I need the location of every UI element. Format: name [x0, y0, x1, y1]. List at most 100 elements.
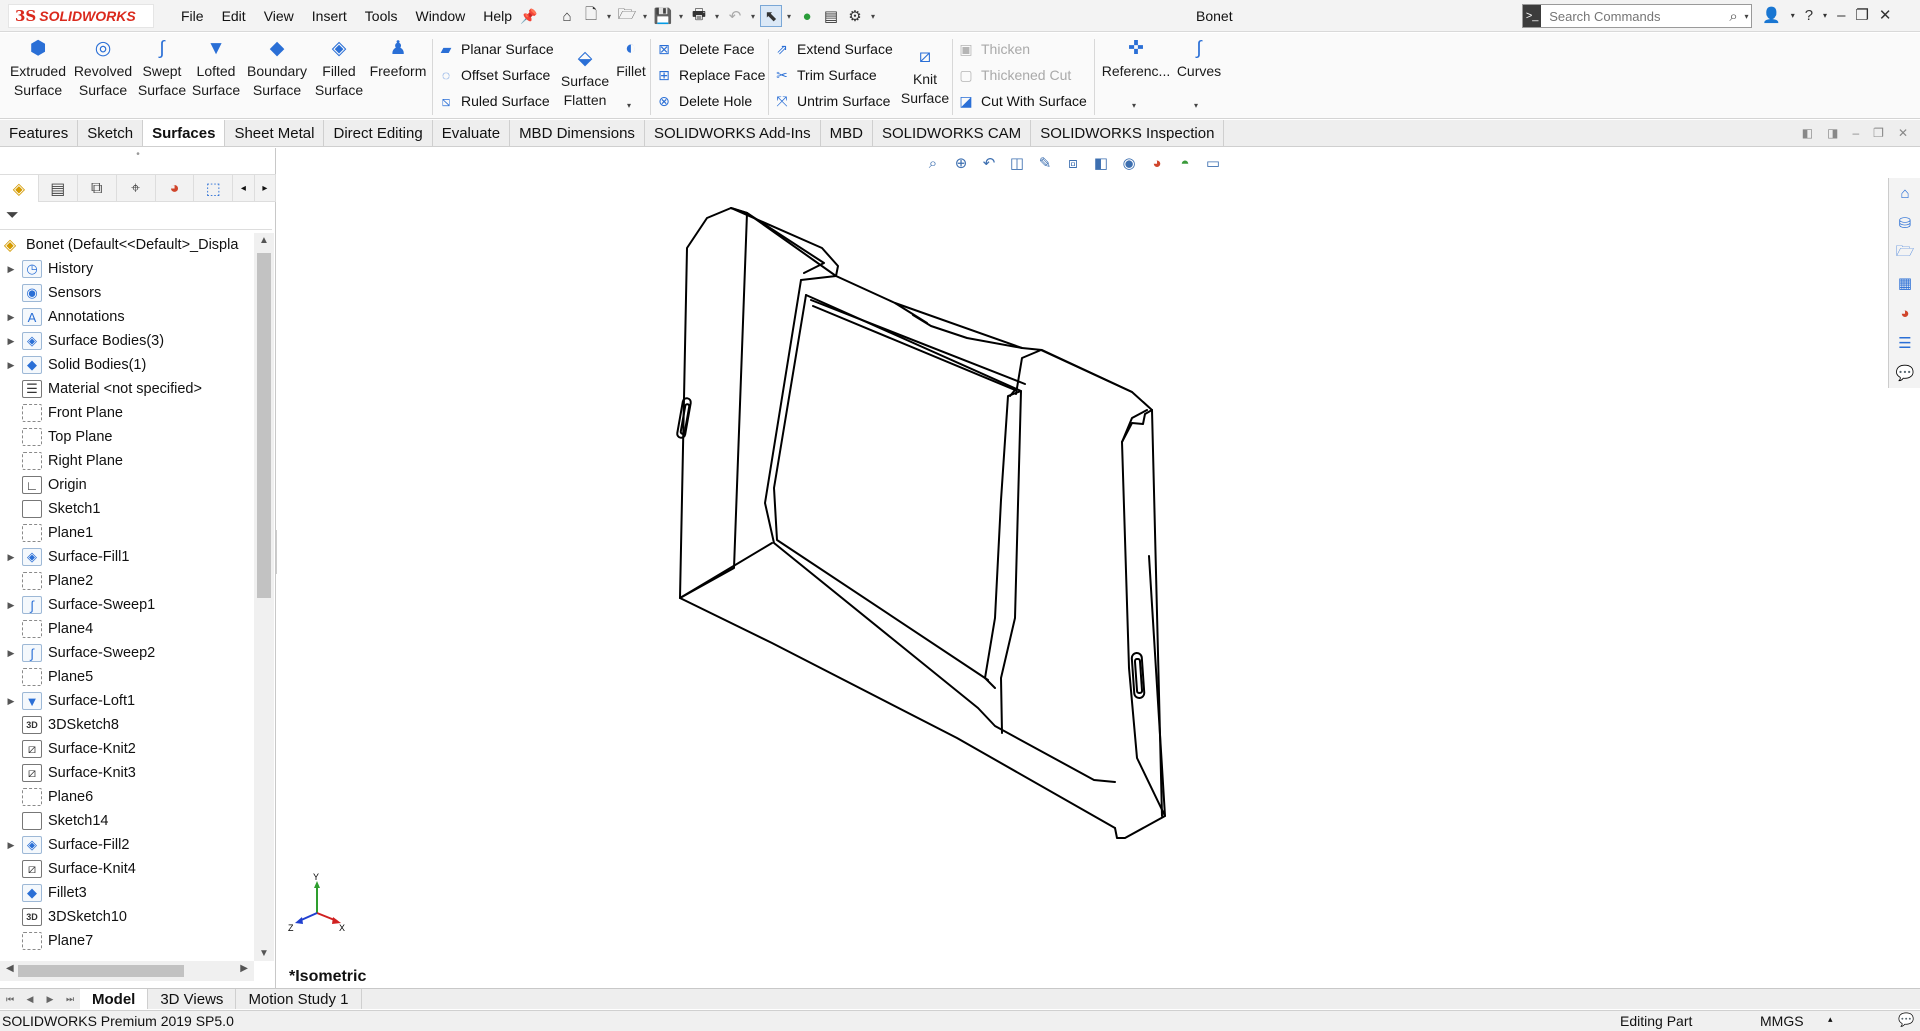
- close-icon[interactable]: ✕: [1879, 6, 1892, 24]
- menu-edit[interactable]: Edit: [213, 8, 255, 24]
- bottom-tab-3d-views[interactable]: 3D Views: [148, 989, 237, 1009]
- viewport-minimize-icon[interactable]: –: [1852, 126, 1859, 140]
- tab-sheet-metal[interactable]: Sheet Metal: [225, 120, 325, 146]
- tile-right-icon[interactable]: ◨: [1827, 126, 1838, 140]
- tab-features[interactable]: Features: [0, 120, 79, 146]
- tree-item-surface-fill2[interactable]: ▶ ◈ Surface-Fill2: [0, 833, 254, 857]
- menu-window[interactable]: Window: [406, 8, 474, 24]
- tree-item-surface-sweep1[interactable]: ▶ ∫ Surface-Sweep1: [0, 593, 254, 617]
- tree-item-front-plane[interactable]: Front Plane: [0, 401, 254, 425]
- new-dropdown-icon[interactable]: ▾: [604, 12, 614, 21]
- menu-tools[interactable]: Tools: [356, 8, 407, 24]
- unit-system[interactable]: MMGS: [1760, 1013, 1804, 1029]
- tree-item-surface-loft1[interactable]: ▶ ▼ Surface-Loft1: [0, 689, 254, 713]
- tree-item-origin[interactable]: ∟ Origin: [0, 473, 254, 497]
- view-orientation-icon[interactable]: ⧈: [1062, 152, 1084, 174]
- tab-mbd[interactable]: MBD: [821, 120, 873, 146]
- viewport-restore-icon[interactable]: ❐: [1873, 126, 1884, 140]
- home-icon[interactable]: ⌂: [556, 5, 578, 27]
- user-dropdown-icon[interactable]: ▾: [1791, 11, 1795, 20]
- menu-help[interactable]: Help: [474, 8, 521, 24]
- revolved-surface-button[interactable]: ◎ Revolved Surface: [72, 39, 134, 100]
- display-manager-tab-icon[interactable]: ◕: [156, 175, 195, 202]
- tree-horizontal-scrollbar[interactable]: ◀ ▶: [0, 961, 254, 981]
- user-account-icon[interactable]: 👤: [1762, 6, 1781, 24]
- tree-item-surface-knit2[interactable]: ⧄ Surface-Knit2: [0, 737, 254, 761]
- knit-surface-button[interactable]: ⧄ Knit Surface: [900, 39, 950, 108]
- planar-surface-button[interactable]: ▰ Planar Surface: [436, 37, 554, 61]
- open-dropdown-icon[interactable]: ▾: [640, 12, 650, 21]
- previous-view-icon[interactable]: ↶: [978, 152, 1000, 174]
- tree-item-solid-bodies-1[interactable]: ▶ ◆ Solid Bodies(1): [0, 353, 254, 377]
- expand-arrow-icon[interactable]: ▶: [0, 552, 22, 563]
- cam-manager-tab-icon[interactable]: ⬚: [194, 175, 234, 202]
- menu-file[interactable]: File: [172, 8, 213, 24]
- open-folder-icon[interactable]: 🗁: [616, 5, 638, 27]
- tree-item-material-not-specified[interactable]: ☰ Material <not specified>: [0, 377, 254, 401]
- file-properties-icon[interactable]: ▤: [820, 5, 842, 27]
- tree-item-surface-knit4[interactable]: ⧄ Surface-Knit4: [0, 857, 254, 881]
- tab-sketch[interactable]: Sketch: [78, 120, 144, 146]
- tab-first-icon[interactable]: ⏮: [0, 994, 20, 1005]
- save-dropdown-icon[interactable]: ▾: [676, 12, 686, 21]
- tab-evaluate[interactable]: Evaluate: [433, 120, 511, 146]
- reference-geometry-button[interactable]: ✜ Referenc...: [1100, 39, 1172, 81]
- scroll-right-icon[interactable]: ▶: [240, 963, 248, 974]
- select-dropdown-icon[interactable]: ▾: [784, 12, 794, 21]
- tree-item-surface-bodies-3[interactable]: ▶ ◈ Surface Bodies(3): [0, 329, 254, 353]
- print-icon[interactable]: 🖶: [688, 5, 710, 27]
- extend-surface-button[interactable]: ⇗ Extend Surface: [772, 37, 893, 61]
- hide-show-items-icon[interactable]: ◉: [1118, 152, 1140, 174]
- unit-system-dropdown-icon[interactable]: ▴: [1828, 1014, 1833, 1025]
- tree-item-sensors[interactable]: ◉ Sensors: [0, 281, 254, 305]
- dynamic-annotation-icon[interactable]: ✎: [1034, 152, 1056, 174]
- tree-item-top-plane[interactable]: Top Plane: [0, 425, 254, 449]
- save-icon[interactable]: 💾: [652, 5, 674, 27]
- bottom-tab-motion-study-1[interactable]: Motion Study 1: [236, 989, 362, 1009]
- cut-with-surface-button[interactable]: ◪ Cut With Surface: [956, 89, 1086, 113]
- freeform-button[interactable]: ♟ Freeform: [366, 39, 430, 81]
- delete-hole-button[interactable]: ⊗ Delete Hole: [654, 89, 752, 113]
- quick-tips-icon[interactable]: 💬: [1898, 1012, 1914, 1028]
- tree-item-plane2[interactable]: Plane2: [0, 569, 254, 593]
- restore-icon[interactable]: ❐: [1855, 6, 1868, 24]
- feature-manager-tab-icon[interactable]: ◈: [0, 175, 39, 202]
- tree-item-surface-sweep2[interactable]: ▶ ∫ Surface-Sweep2: [0, 641, 254, 665]
- filled-surface-button[interactable]: ◈ Filled Surface: [314, 39, 364, 100]
- tree-item-plane4[interactable]: Plane4: [0, 617, 254, 641]
- zoom-to-area-icon[interactable]: ⊕: [950, 152, 972, 174]
- help-icon[interactable]: ?: [1805, 7, 1813, 24]
- replace-face-button[interactable]: ⊞ Replace Face: [654, 63, 765, 87]
- tree-item-sketch1[interactable]: Sketch1: [0, 497, 254, 521]
- minimize-icon[interactable]: –: [1837, 7, 1845, 24]
- tree-vertical-scrollbar[interactable]: ▲ ▼: [254, 233, 274, 961]
- tab-last-icon[interactable]: ⏭: [60, 994, 80, 1005]
- appearances-scenes-icon[interactable]: ◕: [1889, 298, 1920, 328]
- configuration-manager-tab-icon[interactable]: ⧉: [78, 175, 117, 202]
- tree-item-surface-fill1[interactable]: ▶ ◈ Surface-Fill1: [0, 545, 254, 569]
- expand-arrow-icon[interactable]: ▶: [0, 312, 22, 323]
- tree-item-3dsketch10[interactable]: 3D 3DSketch10: [0, 905, 254, 929]
- pin-menu-icon[interactable]: 📌: [520, 8, 537, 25]
- expand-arrow-icon[interactable]: ▶: [0, 264, 22, 275]
- property-manager-tab-icon[interactable]: ▤: [39, 175, 78, 202]
- thicken-button[interactable]: ▣ Thicken: [956, 37, 1030, 61]
- swept-surface-button[interactable]: ∫ Swept Surface: [136, 39, 188, 100]
- tree-item-annotations[interactable]: ▶ A Annotations: [0, 305, 254, 329]
- expand-arrow-icon[interactable]: ▶: [0, 600, 22, 611]
- solidworks-resources-icon[interactable]: ⌂: [1889, 178, 1920, 208]
- thickened-cut-button[interactable]: ▢ Thickened Cut: [956, 63, 1071, 87]
- display-style-icon[interactable]: ◧: [1090, 152, 1112, 174]
- expand-arrow-icon[interactable]: ▶: [0, 840, 22, 851]
- scroll-up-icon[interactable]: ▲: [254, 235, 274, 246]
- curves-dropdown-icon[interactable]: ▾: [1194, 101, 1198, 110]
- tab-surfaces[interactable]: Surfaces: [143, 120, 226, 146]
- fillet-dropdown-icon[interactable]: ▾: [627, 101, 631, 110]
- tab-prev-icon[interactable]: ◀: [20, 994, 40, 1005]
- tree-item-fillet3[interactable]: ◆ Fillet3: [0, 881, 254, 905]
- solidworks-logo[interactable]: 3S SOLIDWORKS: [8, 4, 154, 28]
- design-library-icon[interactable]: ⛁: [1889, 208, 1920, 238]
- tree-item-right-plane[interactable]: Right Plane: [0, 449, 254, 473]
- tree-item-surface-knit3[interactable]: ⧄ Surface-Knit3: [0, 761, 254, 785]
- undo-icon[interactable]: ↶: [724, 5, 746, 27]
